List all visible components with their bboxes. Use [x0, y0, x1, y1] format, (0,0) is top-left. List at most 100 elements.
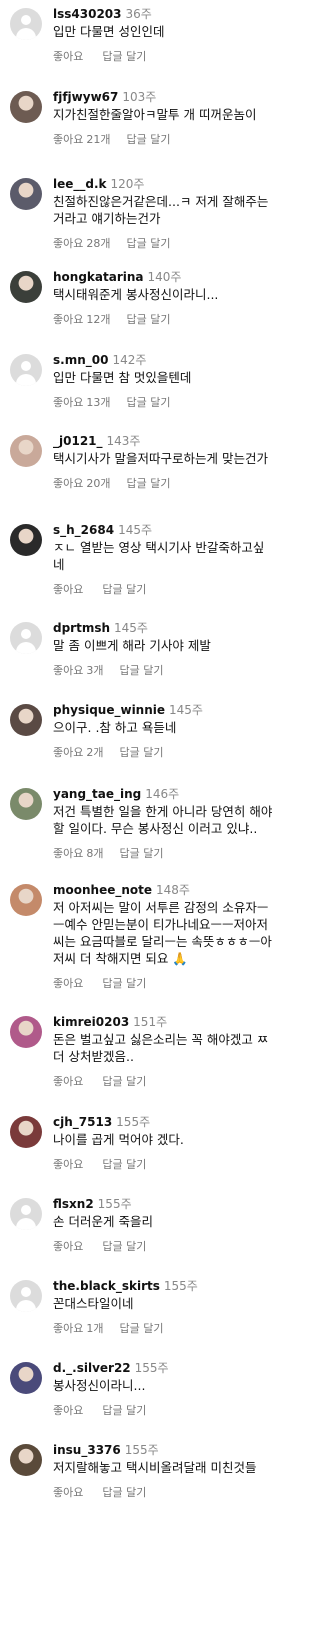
- comment-username[interactable]: kimrei0203: [53, 1015, 129, 1029]
- avatar[interactable]: [10, 524, 42, 556]
- like-label: 좋아요: [53, 477, 84, 490]
- comment-time: 140주: [147, 270, 182, 284]
- avatar[interactable]: [10, 1016, 42, 1048]
- reply-button[interactable]: 답글 달기: [127, 237, 171, 250]
- like-button[interactable]: 좋아요 1개: [53, 1322, 104, 1335]
- like-button[interactable]: 좋아요 8개: [53, 847, 104, 860]
- reply-button[interactable]: 답글 달기: [102, 977, 146, 990]
- like-count: 20개: [86, 477, 111, 490]
- like-label: 좋아요: [53, 847, 84, 860]
- like-button[interactable]: 좋아요: [53, 1486, 86, 1499]
- like-button[interactable]: 좋아요: [53, 1075, 86, 1088]
- avatar[interactable]: [10, 91, 42, 123]
- like-button[interactable]: 좋아요: [53, 1404, 86, 1417]
- comment-username[interactable]: s_h_2684: [53, 523, 114, 537]
- reply-button[interactable]: 답글 달기: [127, 396, 171, 409]
- reply-button[interactable]: 답글 달기: [102, 50, 146, 63]
- comment-username[interactable]: cjh_7513: [53, 1115, 112, 1129]
- like-label: 좋아요: [53, 1322, 84, 1335]
- like-button[interactable]: 좋아요 2개: [53, 746, 104, 759]
- like-button[interactable]: 좋아요: [53, 1158, 86, 1171]
- comment-username[interactable]: the.black_skirts: [53, 1279, 160, 1293]
- avatar[interactable]: [10, 788, 42, 820]
- comment-username[interactable]: moonhee_note: [53, 883, 152, 897]
- like-label: 좋아요: [53, 1404, 84, 1417]
- comment-username[interactable]: yang_tae_ing: [53, 787, 141, 801]
- comment-text: 지가친절한줄알아ㅋ말투 개 띠꺼운놈이: [53, 107, 257, 122]
- comment-username[interactable]: lee__d.k: [53, 177, 107, 191]
- reply-button[interactable]: 답글 달기: [102, 1240, 146, 1253]
- avatar[interactable]: [10, 1198, 42, 1230]
- comment-text: 입만 다물면 참 멋있을텐데: [53, 370, 192, 385]
- avatar[interactable]: [10, 622, 42, 654]
- comment-username[interactable]: flsxn2: [53, 1197, 94, 1211]
- comment-time: 145주: [114, 621, 148, 635]
- avatar[interactable]: [10, 1444, 42, 1476]
- like-label: 좋아요: [53, 977, 84, 990]
- comment-username[interactable]: fjfjwyw67: [53, 90, 118, 104]
- like-button[interactable]: 좋아요 3개: [53, 664, 104, 677]
- avatar[interactable]: [10, 1280, 42, 1312]
- comment-text: 택시기사가 말을저따구로하는게 맞는건가: [53, 451, 268, 466]
- like-button[interactable]: 좋아요: [53, 583, 86, 596]
- reply-button[interactable]: 답글 달기: [127, 477, 171, 490]
- like-label: 좋아요: [53, 313, 84, 326]
- avatar[interactable]: [10, 178, 42, 210]
- comment-username[interactable]: physique_winnie: [53, 703, 165, 717]
- comment-text: 손 더러운게 죽을리: [53, 1214, 153, 1229]
- reply-button[interactable]: 답글 달기: [102, 1158, 146, 1171]
- reply-button[interactable]: 답글 달기: [102, 1486, 146, 1499]
- like-button[interactable]: 좋아요: [53, 1240, 86, 1253]
- like-label: 좋아요: [53, 396, 84, 409]
- like-button[interactable]: 좋아요 28개: [53, 237, 111, 250]
- comment-username[interactable]: lss430203: [53, 7, 122, 21]
- like-button[interactable]: 좋아요 21개: [53, 133, 111, 146]
- like-label: 좋아요: [53, 133, 84, 146]
- like-count: 28개: [86, 237, 111, 250]
- reply-button[interactable]: 답글 달기: [127, 133, 171, 146]
- comment-text: 으이구. .참 하고 욕듣네: [53, 720, 177, 735]
- comment-time: 103주: [122, 90, 157, 104]
- reply-button[interactable]: 답글 달기: [120, 847, 164, 860]
- avatar[interactable]: [10, 271, 42, 303]
- avatar[interactable]: [10, 1362, 42, 1394]
- comment-text: 말 좀 이쁘게 해라 기사야 제발: [53, 638, 211, 653]
- avatar[interactable]: [10, 884, 42, 916]
- like-label: 좋아요: [53, 1158, 84, 1171]
- like-button[interactable]: 좋아요: [53, 50, 86, 63]
- avatar[interactable]: [10, 8, 42, 40]
- reply-button[interactable]: 답글 달기: [102, 1075, 146, 1088]
- like-button[interactable]: 좋아요: [53, 977, 86, 990]
- reply-button[interactable]: 답글 달기: [120, 746, 164, 759]
- reply-button[interactable]: 답글 달기: [102, 1404, 146, 1417]
- avatar[interactable]: [10, 354, 42, 386]
- reply-button[interactable]: 답글 달기: [120, 664, 164, 677]
- like-button[interactable]: 좋아요 12개: [53, 313, 111, 326]
- avatar[interactable]: [10, 435, 42, 467]
- comment-username[interactable]: s.mn_00: [53, 353, 108, 367]
- comment-username[interactable]: d._.silver22: [53, 1361, 131, 1375]
- comment-time: 120주: [110, 177, 145, 191]
- comment-time: 36주: [125, 7, 152, 21]
- reply-button[interactable]: 답글 달기: [120, 1322, 164, 1335]
- comment-time: 145주: [169, 703, 203, 717]
- comment-time: 155주: [97, 1197, 132, 1211]
- comment-username[interactable]: insu_3376: [53, 1443, 121, 1457]
- like-label: 좋아요: [53, 664, 84, 677]
- like-label: 좋아요: [53, 1075, 84, 1088]
- avatar[interactable]: [10, 1116, 42, 1148]
- comment-username[interactable]: dprtmsh: [53, 621, 110, 635]
- comment-username[interactable]: _j0121_: [53, 434, 103, 448]
- comment-time: 146주: [145, 787, 180, 801]
- avatar[interactable]: [10, 704, 42, 736]
- comment-time: 155주: [116, 1115, 151, 1129]
- comment-time: 155주: [163, 1279, 198, 1293]
- like-button[interactable]: 좋아요 20개: [53, 477, 111, 490]
- like-count: 12개: [86, 313, 111, 326]
- reply-button[interactable]: 답글 달기: [102, 583, 146, 596]
- like-count: 1개: [86, 1322, 104, 1335]
- comment-time: 155주: [134, 1361, 169, 1375]
- like-button[interactable]: 좋아요 13개: [53, 396, 111, 409]
- reply-button[interactable]: 답글 달기: [127, 313, 171, 326]
- comment-username[interactable]: hongkatarina: [53, 270, 144, 284]
